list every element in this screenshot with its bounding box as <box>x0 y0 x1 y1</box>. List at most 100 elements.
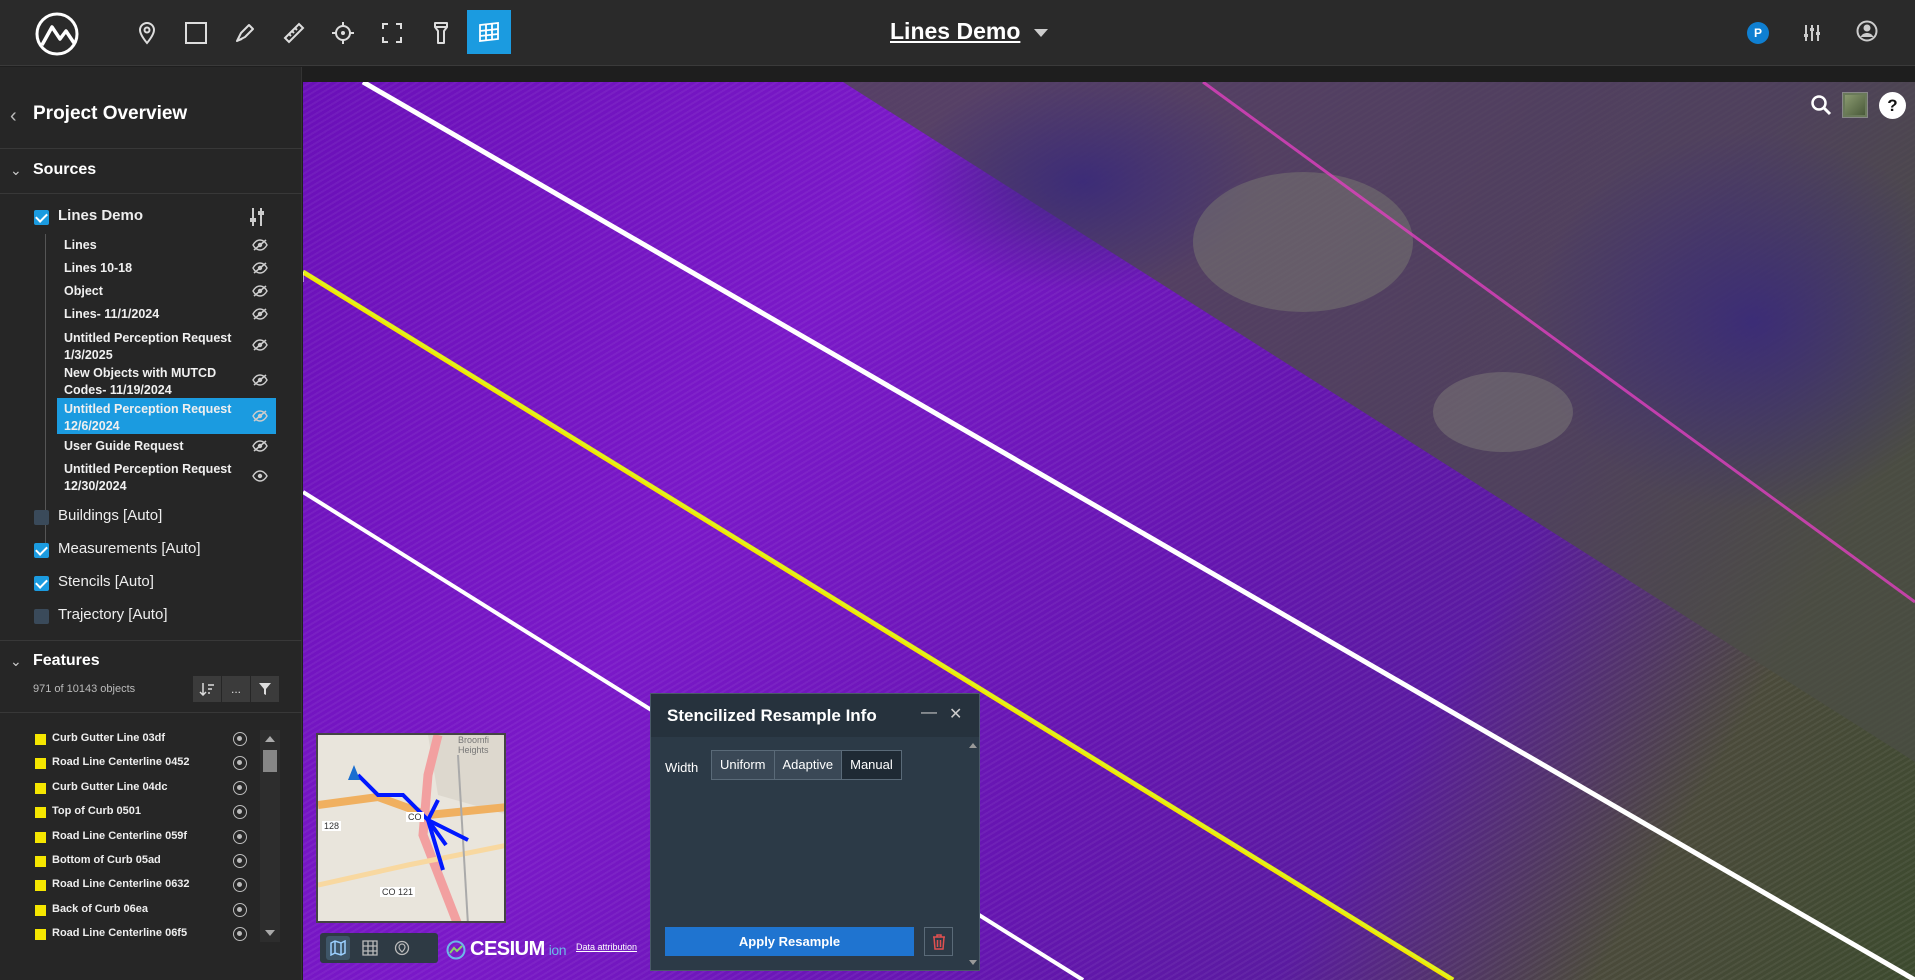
minimize-icon[interactable]: — <box>921 704 937 722</box>
eye-icon[interactable] <box>252 470 268 482</box>
sources-section-header[interactable]: ⌄ Sources <box>0 150 302 194</box>
scroll-thumb[interactable] <box>263 750 277 772</box>
minimap-label: Broomfi Heights <box>458 735 490 755</box>
flashlight-tool-button[interactable] <box>420 12 462 54</box>
layer-item[interactable]: Lines <box>57 234 276 256</box>
dialog-header[interactable]: Stencilized Resample Info — ✕ <box>651 694 979 737</box>
draw-tool-button[interactable] <box>224 12 266 54</box>
locate-target-icon[interactable] <box>233 829 247 844</box>
fullscreen-tool-button[interactable] <box>371 12 413 54</box>
scroll-up-icon[interactable] <box>969 743 977 748</box>
uniform-option[interactable]: Uniform <box>712 751 775 779</box>
user-avatar[interactable]: P <box>1747 22 1769 44</box>
cesium-ion-logo[interactable]: CESIUM ion <box>446 938 566 961</box>
width-mode-selector: Uniform Adaptive Manual <box>711 750 902 780</box>
stencils-source-label[interactable]: Stencils [Auto] <box>58 573 154 590</box>
grid-view-button[interactable] <box>358 936 382 960</box>
grid-tool-button[interactable] <box>467 10 511 54</box>
rectangle-tool-button[interactable] <box>175 12 217 54</box>
target-tool-button[interactable] <box>322 12 364 54</box>
project-title-dropdown[interactable]: Lines Demo <box>890 18 1049 45</box>
layer-settings-icon[interactable] <box>247 206 267 228</box>
feature-list-item[interactable]: Road Line Centerline 06f5 <box>33 922 253 946</box>
layer-item[interactable]: Untitled Perception Request 1/3/2025 <box>57 327 276 363</box>
measurements-source-label[interactable]: Measurements [Auto] <box>58 540 201 557</box>
layer-item[interactable]: New Objects with MUTCD Codes- 11/19/2024 <box>57 362 276 398</box>
sort-button[interactable] <box>193 676 221 702</box>
delete-button[interactable] <box>924 927 953 956</box>
feature-list-item[interactable]: Curb Gutter Line 04dc <box>33 776 253 800</box>
trajectory-source-label[interactable]: Trajectory [Auto] <box>58 606 167 623</box>
features-scrollbar[interactable] <box>260 730 280 942</box>
pin-tool-button[interactable] <box>126 12 168 54</box>
project-source-label[interactable]: Lines Demo <box>58 207 143 224</box>
scroll-down-icon[interactable] <box>265 930 275 936</box>
layer-item[interactable]: Untitled Perception Request 12/30/2024 <box>57 458 276 494</box>
feature-list-item[interactable]: Road Line Centerline 059f <box>33 825 253 849</box>
layer-item[interactable]: Untitled Perception Request 12/6/2024 <box>57 398 276 434</box>
project-checkbox[interactable] <box>34 210 49 225</box>
layer-item[interactable]: Lines- 11/1/2024 <box>57 303 276 325</box>
layer-item[interactable]: Object <box>57 280 276 302</box>
minimap-label: CO 121 <box>380 887 416 897</box>
eye-off-icon[interactable] <box>252 339 268 351</box>
locate-target-icon[interactable] <box>233 902 247 917</box>
globe-view-button[interactable] <box>390 936 414 960</box>
map-view-button[interactable] <box>326 936 350 960</box>
locate-target-icon[interactable] <box>233 878 247 893</box>
minimap-toolbar <box>320 933 438 963</box>
close-icon[interactable]: ✕ <box>949 704 962 724</box>
locate-target-icon[interactable] <box>233 854 247 868</box>
dialog-scrollbar[interactable] <box>967 739 979 969</box>
feature-list-item[interactable]: Top of Curb 0501 <box>33 800 253 824</box>
eye-off-icon[interactable] <box>252 262 268 274</box>
locate-target-icon[interactable] <box>233 756 247 771</box>
apply-resample-button[interactable]: Apply Resample <box>665 927 914 956</box>
locate-target-icon[interactable] <box>233 780 247 795</box>
more-options-button[interactable]: ... <box>222 676 250 702</box>
chevron-down-icon[interactable]: ⌄ <box>10 653 22 670</box>
app-logo-icon[interactable] <box>34 11 80 57</box>
chevron-left-icon[interactable]: ‹ <box>10 105 17 128</box>
locate-target-icon[interactable] <box>233 732 247 746</box>
overview-minimap[interactable]: Broomfi Heights 128 CO CO 121 <box>316 733 506 923</box>
help-button[interactable]: ? <box>1879 92 1906 119</box>
measurements-checkbox[interactable] <box>34 543 49 558</box>
measure-tool-button[interactable] <box>273 12 315 54</box>
basemap-picker-button[interactable] <box>1842 92 1868 118</box>
manual-option[interactable]: Manual <box>842 751 901 779</box>
data-attribution-link[interactable]: Data attribution <box>576 942 637 952</box>
eye-off-icon[interactable] <box>252 440 268 452</box>
eye-off-icon[interactable] <box>252 374 268 386</box>
feature-list-item[interactable]: Back of Curb 06ea <box>33 898 253 922</box>
layer-item[interactable]: User Guide Request <box>57 435 276 457</box>
feature-list-item[interactable]: Curb Gutter Line 03df <box>33 727 253 751</box>
point-cloud-viewport[interactable]: ? <box>303 82 1915 980</box>
buildings-source-label[interactable]: Buildings [Auto] <box>58 507 162 524</box>
scroll-down-icon[interactable] <box>969 960 977 965</box>
sliders-icon <box>1804 25 1820 41</box>
user-circle-icon <box>1856 20 1878 42</box>
locate-target-icon[interactable] <box>233 805 247 820</box>
scroll-up-icon[interactable] <box>265 736 275 742</box>
trajectory-checkbox[interactable] <box>34 609 49 624</box>
chevron-down-icon[interactable]: ⌄ <box>10 162 22 179</box>
project-title[interactable]: Lines Demo <box>890 18 1020 45</box>
eye-off-icon[interactable] <box>252 285 268 297</box>
eye-off-icon[interactable] <box>252 410 268 422</box>
map-search-button[interactable] <box>1808 92 1834 118</box>
feature-list-item[interactable]: Road Line Centerline 0632 <box>33 873 253 897</box>
stencils-checkbox[interactable] <box>34 576 49 591</box>
feature-list-item[interactable]: Bottom of Curb 05ad <box>33 849 253 873</box>
adaptive-option[interactable]: Adaptive <box>774 751 843 779</box>
settings-sliders-button[interactable] <box>1797 18 1827 48</box>
chevron-down-icon[interactable] <box>1034 28 1049 37</box>
buildings-checkbox[interactable] <box>34 510 49 525</box>
account-button[interactable] <box>1852 16 1882 46</box>
filter-button[interactable] <box>251 676 279 702</box>
locate-target-icon[interactable] <box>233 927 247 942</box>
feature-list-item[interactable]: Road Line Centerline 0452 <box>33 751 253 775</box>
eye-off-icon[interactable] <box>252 239 268 251</box>
layer-item[interactable]: Lines 10-18 <box>57 257 276 279</box>
eye-off-icon[interactable] <box>252 308 268 320</box>
